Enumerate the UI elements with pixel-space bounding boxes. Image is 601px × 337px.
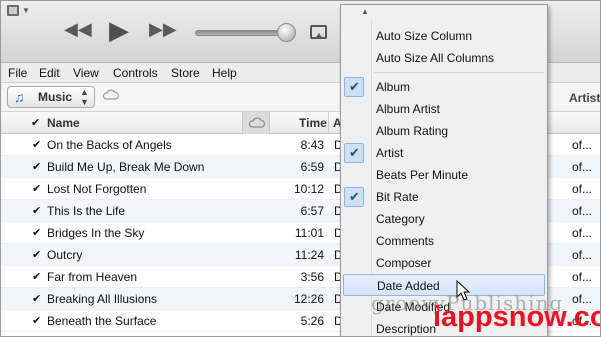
track-name: Build Me Up, Break Me Down	[47, 160, 205, 174]
menu-item-label: Comments	[376, 234, 435, 248]
track-artist: of...	[572, 270, 593, 284]
menu-item-column[interactable]: Comments	[343, 230, 545, 252]
checkmark-icon: ✔	[349, 79, 360, 94]
track-name: Breaking All Illusions	[47, 292, 158, 306]
artists-column-label: Artists	[569, 91, 601, 105]
menu-edit[interactable]: Edit	[39, 66, 60, 80]
column-icloud[interactable]	[242, 112, 270, 134]
menu-item-label: Album	[376, 80, 411, 94]
scroll-up-arrow-icon[interactable]: ▲	[361, 7, 369, 16]
track-artist: of...	[572, 248, 593, 262]
menu-item-auto-size-all[interactable]: Auto Size All Columns	[343, 47, 545, 69]
track-time: 11:24	[294, 248, 324, 262]
track-time: 6:59	[300, 160, 324, 174]
column-name[interactable]: Name	[47, 116, 80, 130]
menu-item-column[interactable]: ✔ Artist	[343, 142, 545, 164]
track-checkbox[interactable]: ✔	[32, 292, 41, 305]
track-time: 10:12	[293, 182, 324, 196]
column-context-menu: ▲ Auto Size Column Auto Size All Columns…	[340, 4, 548, 336]
icloud-icon[interactable]	[102, 89, 120, 100]
track-name: Lost Not Forgotten	[47, 182, 147, 196]
menu-help[interactable]: Help	[212, 66, 237, 80]
menu-item-column[interactable]: ✔ Bit Rate	[343, 186, 545, 208]
menu-item-label: Auto Size Column	[376, 29, 473, 43]
track-checkbox[interactable]: ✔	[32, 248, 41, 261]
volume-knob[interactable]	[277, 23, 296, 42]
next-track-icon[interactable]: ▶▶	[149, 19, 177, 39]
menu-item-label: Artist	[376, 146, 404, 160]
track-time: 11:01	[294, 226, 324, 240]
track-checkbox[interactable]: ✔	[32, 160, 41, 173]
volume-slider[interactable]	[195, 30, 290, 36]
menu-item-column[interactable]: Composer	[343, 252, 545, 274]
previous-track-icon[interactable]: ◀◀	[64, 19, 92, 39]
menu-item-label: Bit Rate	[376, 190, 419, 204]
updown-arrows-icon: ▲ ▼	[80, 87, 89, 107]
track-artist: of...	[572, 182, 593, 196]
menu-item-label: Composer	[376, 256, 432, 270]
track-artist: of...	[572, 204, 593, 218]
column-time[interactable]: Time	[299, 116, 327, 130]
airplay-icon[interactable]	[310, 25, 327, 39]
library-source-selector[interactable]: ♫ Music ▲ ▼	[7, 86, 95, 108]
menu-item-column[interactable]: Beats Per Minute	[343, 164, 545, 186]
app-menu-icon[interactable]	[7, 5, 19, 16]
menu-item-label: Album Artist	[376, 102, 441, 116]
menu-store[interactable]: Store	[171, 66, 200, 80]
app-menu-caret-icon[interactable]: ▼	[22, 6, 30, 15]
menu-file[interactable]: File	[8, 66, 27, 80]
track-time: 12:26	[293, 292, 324, 306]
checkmark-box: ✔	[344, 77, 364, 97]
menu-separator	[374, 72, 544, 73]
track-name: Bridges In the Sky	[47, 226, 145, 240]
menu-item-label: Auto Size All Columns	[376, 51, 495, 65]
checkmark-icon: ✔	[349, 145, 360, 160]
track-name: Outcry	[47, 248, 83, 262]
checkmark-box: ✔	[344, 187, 364, 207]
menu-view[interactable]: View	[73, 66, 99, 80]
menu-item-column[interactable]: Album Artist	[343, 98, 545, 120]
track-name: Beneath the Surface	[47, 314, 157, 328]
track-name: This Is the Life	[47, 204, 126, 218]
track-checkbox[interactable]: ✔	[32, 314, 41, 327]
track-artist: of...	[572, 138, 593, 152]
watermark-url: iappsnow.com	[433, 301, 600, 333]
music-note-icon: ♫	[14, 89, 25, 105]
source-label: Music	[38, 90, 73, 104]
track-name: On the Backs of Angels	[47, 138, 172, 152]
checkmark-icon: ✔	[349, 189, 360, 204]
track-time: 5:26	[300, 314, 324, 328]
track-checkbox[interactable]: ✔	[32, 138, 41, 151]
track-time: 3:56	[300, 270, 324, 284]
track-checkbox[interactable]: ✔	[32, 204, 41, 217]
play-icon[interactable]: ▶	[109, 15, 129, 45]
menu-item-label: Description	[376, 322, 437, 336]
track-checkbox[interactable]: ✔	[32, 182, 41, 195]
menu-item-label: Album Rating	[376, 124, 449, 138]
checkmark-box: ✔	[344, 143, 364, 163]
track-artist: of...	[572, 160, 593, 174]
column-separator[interactable]	[328, 112, 329, 134]
itunes-window: ▼ ◀◀ ▶ ▶▶ File Edit View Controls Store …	[0, 0, 601, 337]
menu-item-auto-size-column[interactable]: Auto Size Column	[343, 25, 545, 47]
menu-item-column[interactable]: Category	[343, 208, 545, 230]
menu-item-column[interactable]: ✔ Album	[343, 76, 545, 98]
column-cloud-icon	[248, 117, 265, 128]
track-name: Far from Heaven	[47, 270, 138, 284]
menu-item-column[interactable]: Album Rating	[343, 120, 545, 142]
track-checkbox[interactable]: ✔	[32, 270, 41, 283]
track-artist: of...	[572, 226, 593, 240]
track-time: 8:43	[300, 138, 324, 152]
menu-item-label: Category	[376, 212, 425, 226]
menu-controls[interactable]: Controls	[113, 66, 158, 80]
track-time: 6:57	[300, 204, 324, 218]
menu-item-label: Beats Per Minute	[376, 168, 469, 182]
track-checkbox[interactable]: ✔	[32, 226, 41, 239]
header-check-icon[interactable]: ✔	[31, 116, 40, 129]
